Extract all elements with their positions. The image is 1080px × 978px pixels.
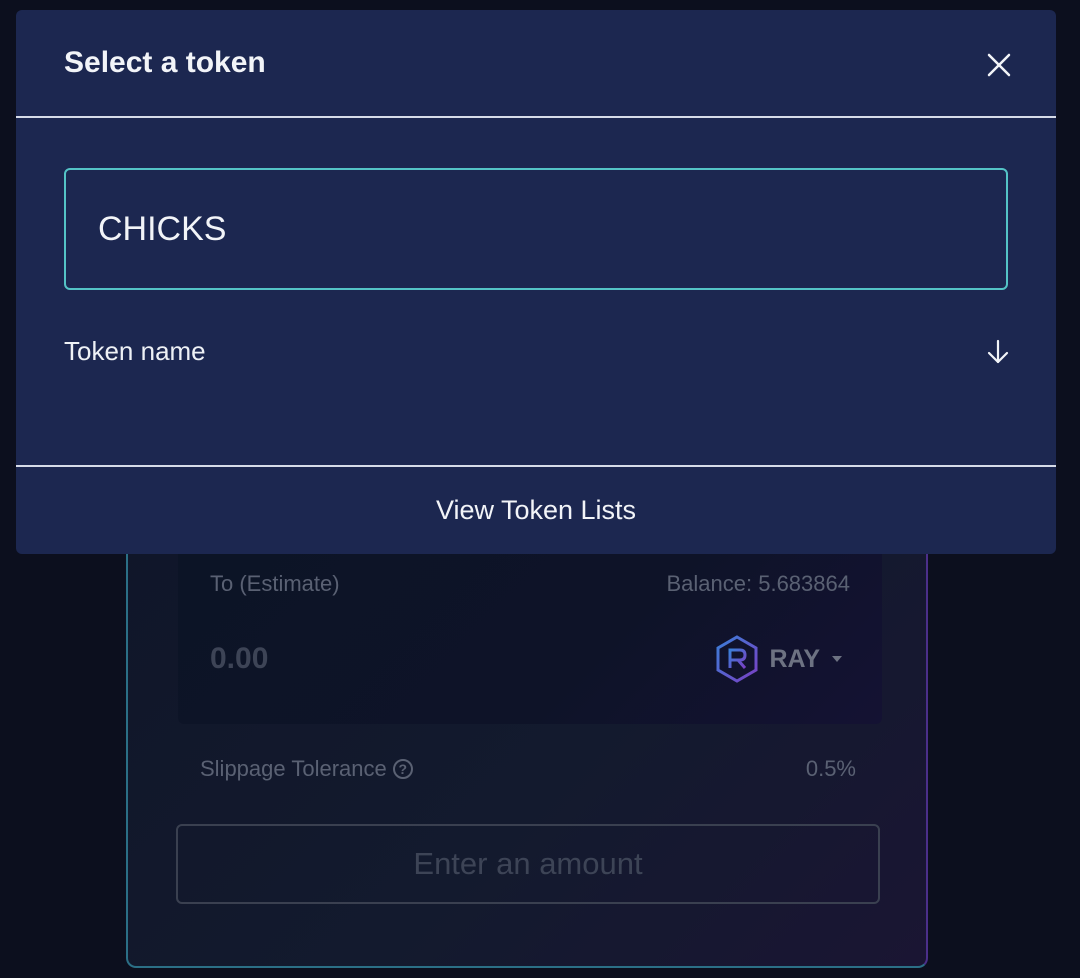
slippage-row: Slippage Tolerance ? 0.5% bbox=[200, 756, 856, 782]
to-label: To (Estimate) bbox=[210, 571, 340, 596]
arrow-down-icon[interactable] bbox=[986, 338, 1010, 366]
sort-row: Token name bbox=[64, 336, 1010, 367]
swap-card: To (Estimate) Balance: 5.683864 0.00 RAY bbox=[126, 520, 928, 968]
swap-page: To (Estimate) Balance: 5.683864 0.00 RAY bbox=[0, 0, 1080, 978]
chevron-down-icon bbox=[832, 656, 842, 662]
slippage-label-group: Slippage Tolerance ? bbox=[200, 756, 413, 782]
modal-footer: View Token Lists bbox=[16, 465, 1056, 554]
token-selector[interactable]: RAY bbox=[714, 634, 842, 684]
balance-label: Balance: 5.683864 bbox=[666, 571, 851, 596]
raydium-logo-icon bbox=[716, 635, 757, 683]
token-symbol: RAY bbox=[769, 644, 821, 673]
slippage-label: Slippage Tolerance bbox=[200, 756, 387, 781]
slippage-value[interactable]: 0.5% bbox=[806, 756, 856, 782]
view-token-lists-button[interactable]: View Token Lists bbox=[430, 494, 642, 527]
enter-amount-button[interactable]: Enter an amount bbox=[176, 824, 880, 904]
to-amount[interactable]: 0.00 bbox=[210, 642, 268, 676]
modal-title: Select a token bbox=[64, 46, 266, 79]
question-circle-icon[interactable]: ? bbox=[392, 759, 413, 779]
sort-label[interactable]: Token name bbox=[64, 336, 206, 367]
select-token-modal: Select a token Token name View Token Lis… bbox=[16, 10, 1056, 554]
close-icon[interactable] bbox=[984, 50, 1014, 80]
token-search-input[interactable] bbox=[64, 168, 1008, 290]
modal-header: Select a token bbox=[16, 10, 1056, 118]
